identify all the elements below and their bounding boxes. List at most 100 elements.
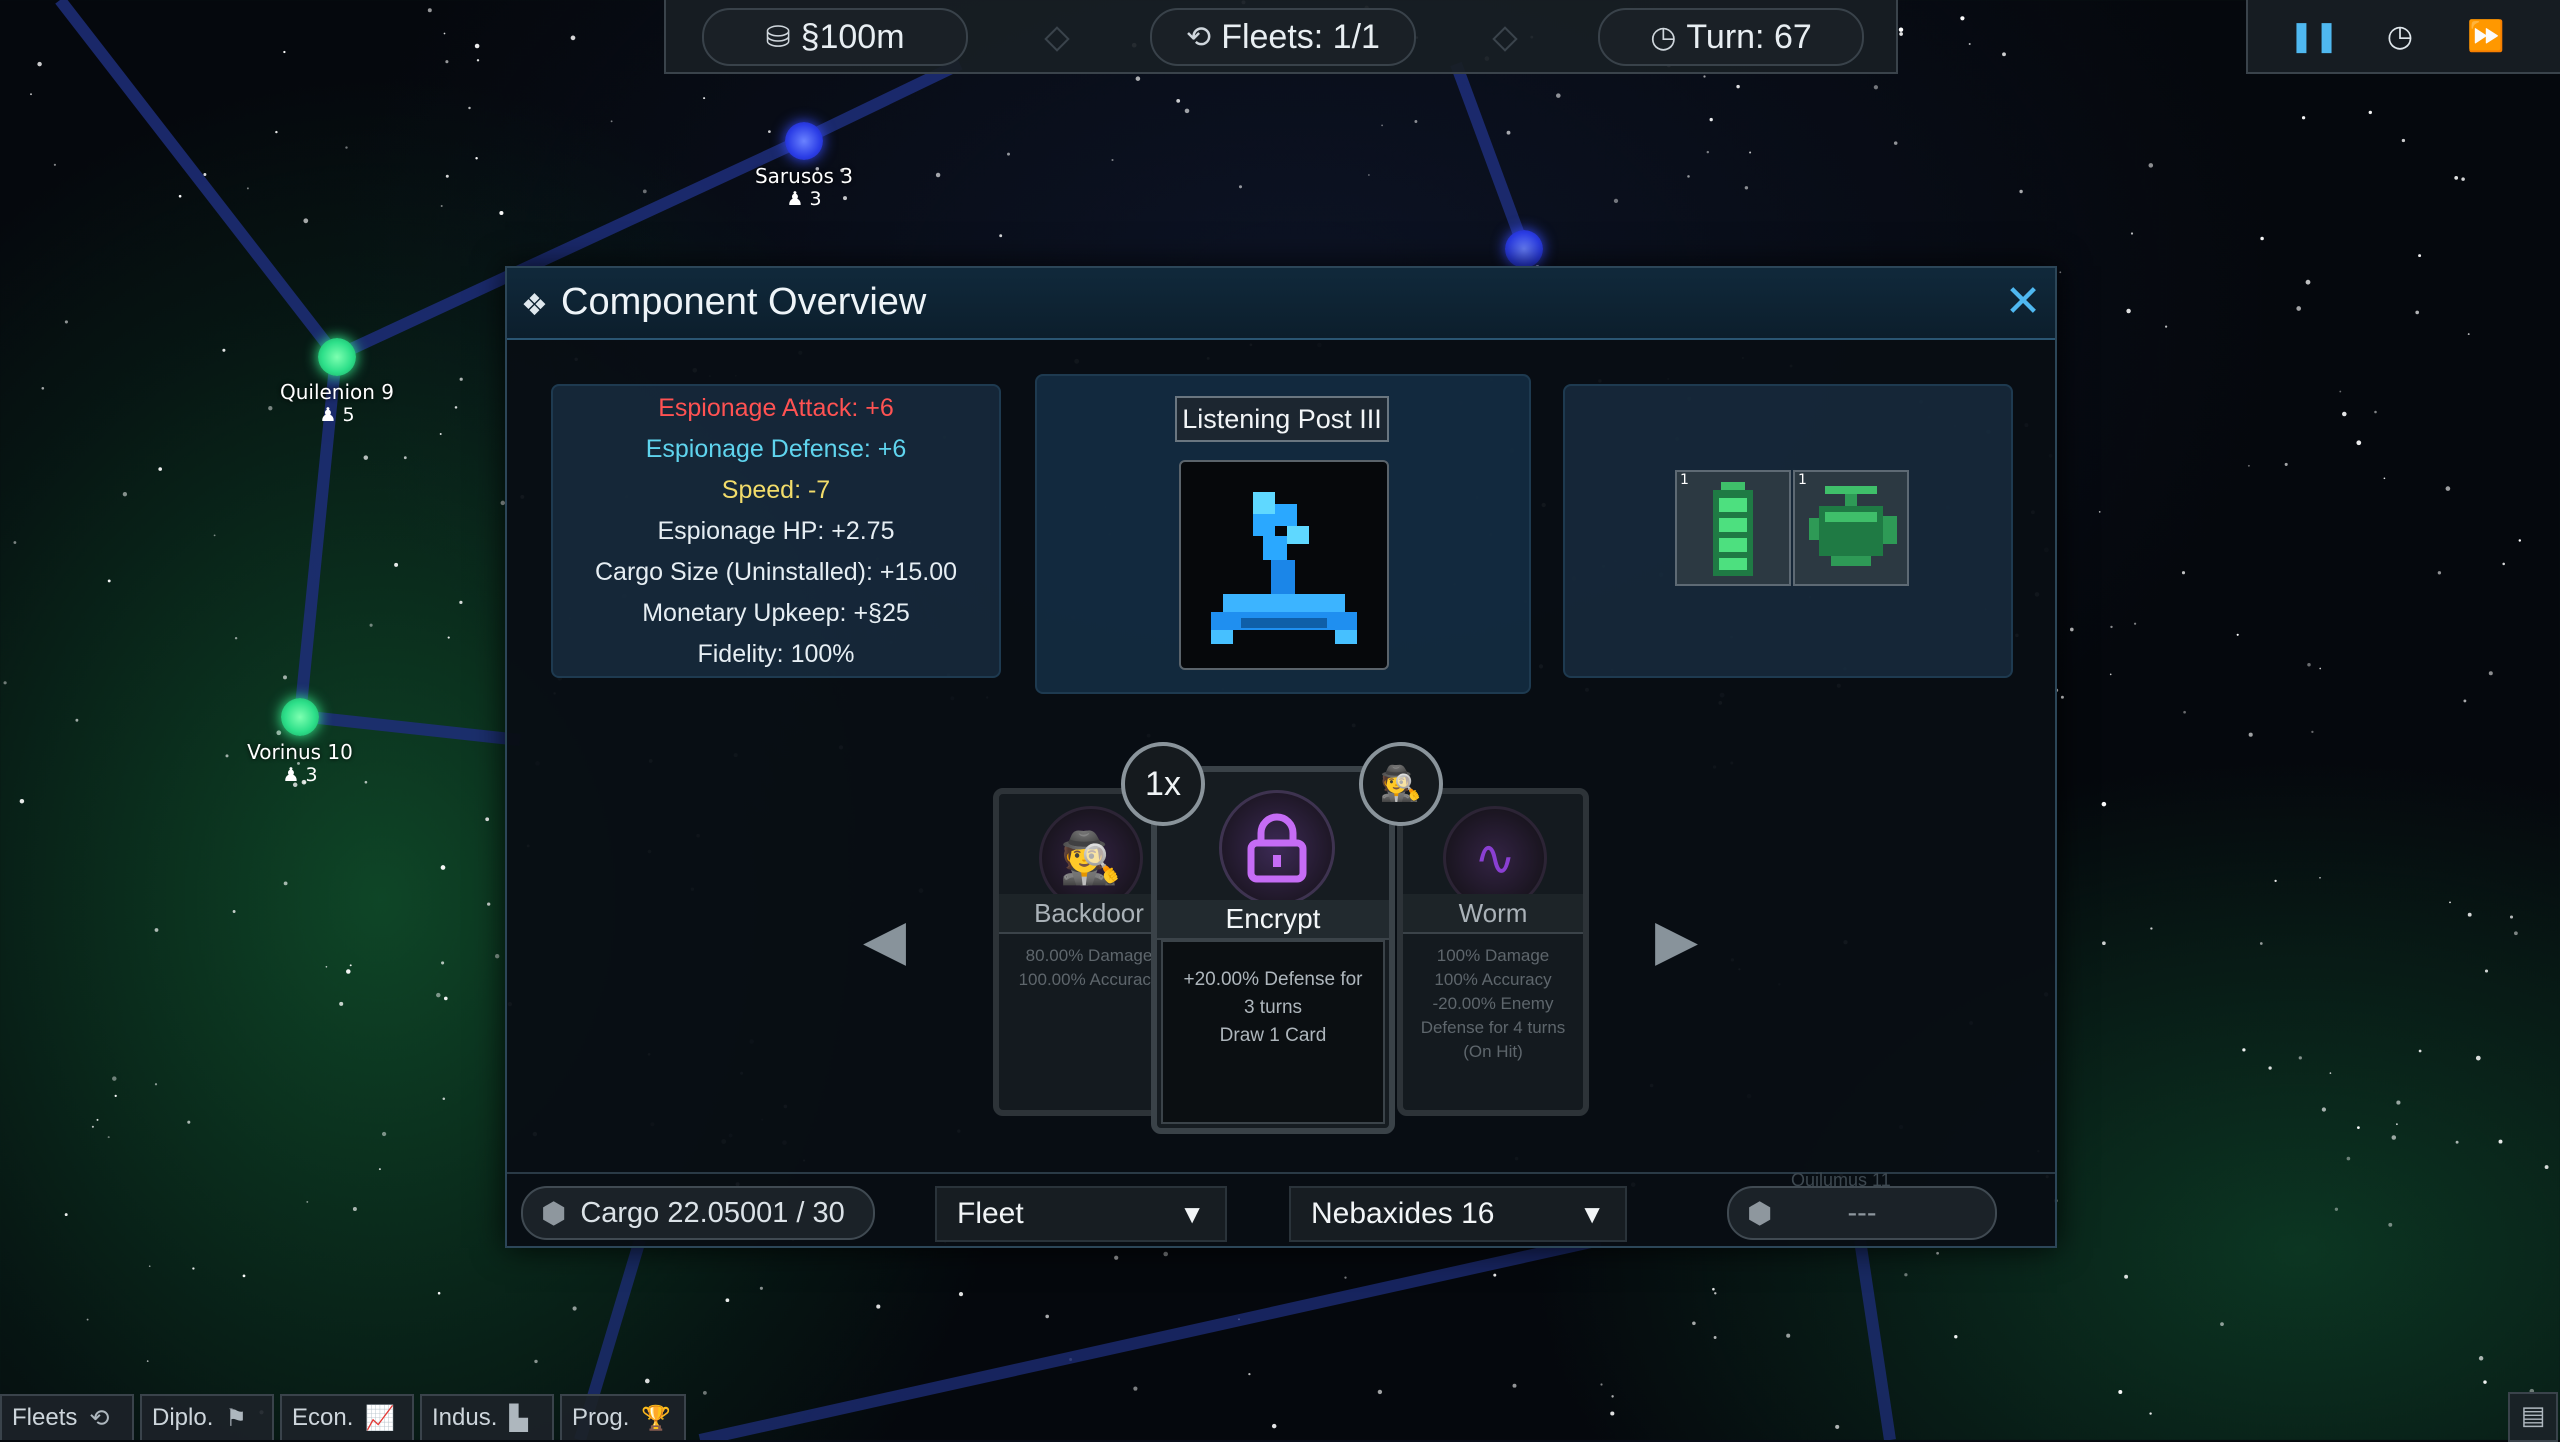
next-card-button[interactable]: ▶ bbox=[1655, 908, 1698, 973]
system-dropdown[interactable]: Nebaxides 16 ▼ bbox=[1289, 1186, 1627, 1242]
tab-progress[interactable]: Prog. 🏆 bbox=[560, 1394, 686, 1440]
stat-cargo-size: Cargo Size (Uninstalled): +15.00 bbox=[595, 558, 957, 586]
card-desc-line: Defense for 4 turns bbox=[1420, 1018, 1566, 1037]
stat-fidelity: Fidelity: 100% bbox=[697, 640, 855, 668]
card-desc-line: 80.00% Damage bbox=[1025, 946, 1153, 965]
fleets-display[interactable]: ⟲ Fleets: 1/1 bbox=[1150, 8, 1416, 66]
system-name: Vorinus 10 bbox=[247, 740, 353, 764]
money-value: §100m bbox=[800, 17, 905, 56]
credits-icon: ⛁ bbox=[765, 20, 791, 54]
system-name: Quilenion 9 bbox=[279, 380, 395, 404]
fleet-icon: ⟲ bbox=[1186, 20, 1212, 54]
card-description: +20.00% Defense for 3 turns Draw 1 Card bbox=[1167, 966, 1379, 1050]
system-name: Sarusos 3 bbox=[754, 164, 853, 188]
cargo-value: Cargo 22.05001 / 30 bbox=[580, 1196, 845, 1229]
lock-icon bbox=[1219, 790, 1335, 906]
star-system-vorinus[interactable]: Vorinus 10 ♟ 3 bbox=[200, 698, 400, 786]
log-icon: ▤ bbox=[2520, 1401, 2546, 1431]
log-button[interactable]: ▤ bbox=[2508, 1392, 2558, 1442]
tab-industry[interactable]: Indus. ▙ bbox=[420, 1394, 554, 1440]
card-desc-line: (On Hit) bbox=[1463, 1042, 1523, 1061]
card-description: 100% Damage 100% Accuracy -20.00% Enemy … bbox=[1413, 944, 1573, 1064]
card-desc-line: -20.00% Enemy bbox=[1432, 994, 1554, 1013]
component-overview-dialog: ❖ Component Overview ✕ Espionage Attack:… bbox=[505, 266, 2057, 1248]
card-count: 1x bbox=[1145, 764, 1181, 803]
star-icon bbox=[318, 338, 356, 376]
clock-icon: ◷ bbox=[2386, 18, 2414, 54]
chart-icon: 📈 bbox=[365, 1404, 396, 1432]
star-icon bbox=[281, 698, 319, 736]
system-population: ♟ 3 bbox=[786, 188, 822, 210]
pause-button[interactable]: ❚❚ bbox=[2288, 10, 2340, 62]
divider bbox=[1044, 26, 1070, 52]
dialog-header: ❖ Component Overview ✕ bbox=[507, 268, 2055, 340]
fleet-icon: ⟲ bbox=[89, 1404, 110, 1432]
stat-monetary-upkeep: Monetary Upkeep: +§25 bbox=[642, 599, 910, 627]
tab-fleets[interactable]: Fleets ⟲ bbox=[0, 1394, 134, 1440]
component-preview-panel: Listening Post III bbox=[1035, 374, 1531, 694]
slot-engine[interactable]: 1 bbox=[1793, 470, 1909, 586]
cargo-icon: ⬢ bbox=[541, 1197, 567, 1230]
slot-battery[interactable]: 1 bbox=[1675, 470, 1791, 586]
turn-display[interactable]: ◷ Turn: 67 bbox=[1598, 8, 1864, 66]
card-type-badge: 🕵 bbox=[1359, 742, 1443, 826]
flag-icon: ⚑ bbox=[225, 1404, 247, 1432]
money-display[interactable]: ⛁ §100m bbox=[702, 8, 968, 66]
card-description: 80.00% Damage 100.00% Accuracy bbox=[1009, 944, 1169, 992]
slot-count: 1 bbox=[1680, 472, 1689, 488]
fleet-dropdown[interactable]: Fleet ▼ bbox=[935, 1186, 1227, 1242]
tab-economy[interactable]: Econ. 📈 bbox=[280, 1394, 414, 1440]
card-desc-line: 100.00% Accuracy bbox=[1018, 970, 1160, 989]
trophy-icon: 🏆 bbox=[641, 1404, 672, 1432]
fleets-value: Fleets: 1/1 bbox=[1221, 17, 1380, 56]
slot-panel: 1 1 bbox=[1563, 384, 2013, 678]
stat-espionage-attack: Espionage Attack: +6 bbox=[658, 394, 894, 422]
tab-diplomacy[interactable]: Diplo. ⚑ bbox=[140, 1394, 274, 1440]
transfer-target-value: --- bbox=[1847, 1196, 1877, 1229]
card-desc-line: 100% Accuracy bbox=[1434, 970, 1552, 989]
star-system-quilenion[interactable]: Quilenion 9 ♟ 5 bbox=[237, 338, 437, 426]
chevron-right-icon: ▶ bbox=[1655, 908, 1699, 973]
close-button[interactable]: ✕ bbox=[2001, 280, 2045, 324]
card-desc-line: 100% Damage bbox=[1436, 946, 1550, 965]
stat-espionage-hp: Espionage HP: +2.75 bbox=[657, 517, 895, 545]
chevron-down-icon: ▼ bbox=[1579, 1198, 1605, 1229]
engine-icon bbox=[1809, 486, 1897, 566]
tab-label: Econ. bbox=[292, 1404, 354, 1431]
fast-forward-icon: ⏩ bbox=[2467, 18, 2505, 54]
tab-label: Prog. bbox=[572, 1404, 630, 1431]
star-icon bbox=[1505, 230, 1543, 268]
star-system-sarusos[interactable]: Sarusos 3 ♟ 3 bbox=[704, 122, 904, 210]
dialog-title: Component Overview bbox=[561, 281, 927, 323]
star-icon bbox=[785, 122, 823, 160]
tab-label: Indus. bbox=[432, 1404, 498, 1431]
cargo-icon: ⬢ bbox=[1747, 1197, 1773, 1230]
card-title: Encrypt bbox=[1157, 900, 1389, 940]
system-population: ♟ 3 bbox=[282, 764, 318, 786]
star-system-unnamed[interactable] bbox=[1424, 230, 1624, 268]
card-count-badge: 1x bbox=[1121, 742, 1205, 826]
transfer-target-display[interactable]: ⬢ --- bbox=[1727, 1186, 1997, 1240]
cargo-indicator: ⬢ Cargo 22.05001 / 30 bbox=[521, 1186, 875, 1240]
clock-icon: ◷ bbox=[1650, 20, 1677, 54]
tab-label: Fleets bbox=[12, 1404, 78, 1431]
spy-icon: 🕵 bbox=[1379, 765, 1423, 803]
component-name: Listening Post III bbox=[1175, 396, 1389, 442]
battery-icon bbox=[1713, 482, 1753, 576]
card-encrypt[interactable]: Encrypt +20.00% Defense for 3 turns Draw… bbox=[1151, 766, 1395, 1134]
slot-count: 1 bbox=[1798, 472, 1807, 488]
system-population: ♟ 5 bbox=[319, 404, 355, 426]
close-icon: ✕ bbox=[2004, 276, 2042, 327]
pause-icon: ❚❚ bbox=[2288, 18, 2340, 54]
card-title: Worm bbox=[1403, 894, 1583, 934]
previous-card-button[interactable]: ◀ bbox=[863, 908, 906, 973]
component-icon: ❖ bbox=[521, 288, 548, 323]
stats-panel: Espionage Attack: +6 Espionage Defense: … bbox=[551, 384, 1001, 678]
card-desc-line: Draw 1 Card bbox=[1219, 1025, 1327, 1046]
card-desc-line: +20.00% Defense for bbox=[1183, 969, 1363, 990]
card-worm[interactable]: ∿ Worm 100% Damage 100% Accuracy -20.00%… bbox=[1397, 788, 1589, 1116]
speed-button[interactable]: ◷ bbox=[2374, 10, 2426, 62]
fast-forward-button[interactable]: ⏩ bbox=[2460, 10, 2512, 62]
card-desc-line: 3 turns bbox=[1243, 997, 1303, 1018]
factory-icon: ▙ bbox=[509, 1404, 528, 1432]
